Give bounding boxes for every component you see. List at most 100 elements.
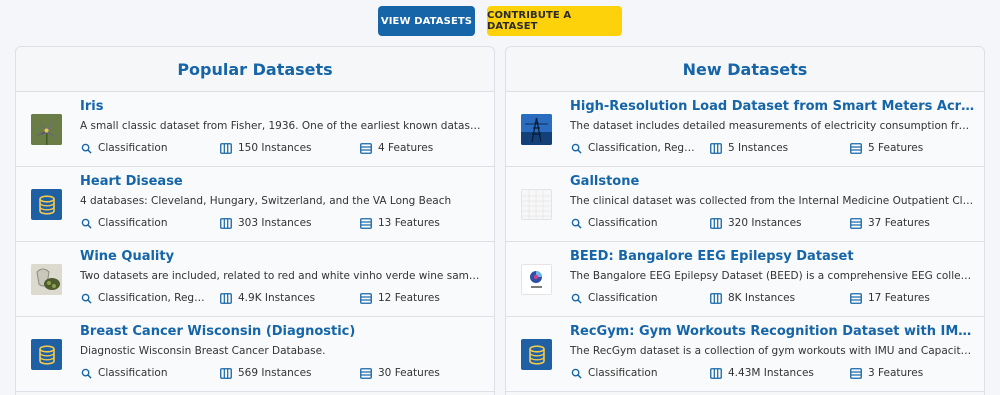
dataset-description: Two datasets are included, related to re…: [80, 270, 484, 282]
features-label: 37 Features: [868, 217, 930, 229]
dataset-features: 5 Features: [850, 142, 923, 154]
instances-label: 4.9K Instances: [238, 292, 316, 304]
dataset-instances: 8K Instances: [710, 292, 795, 304]
dataset-description: 4 databases: Cleveland, Hungary, Switzer…: [80, 195, 452, 207]
dataset-title[interactable]: Heart Disease: [80, 174, 486, 189]
dataset-instances: 303 Instances: [220, 217, 312, 229]
power-tower-thumbnail: [521, 114, 552, 145]
dataset-description: The dataset includes detailed measuremen…: [570, 120, 974, 132]
dataset-title[interactable]: High-Resolution Load Dataset from Smart …: [570, 99, 976, 114]
dataset-features: 4 Features: [360, 142, 433, 154]
database-icon: [31, 339, 62, 370]
search-icon: [80, 217, 92, 229]
dataset-features: 37 Features: [850, 217, 930, 229]
task-label: Classification: [98, 142, 168, 154]
features-label: 12 Features: [378, 292, 440, 304]
columns-icon: [710, 367, 722, 379]
dataset-instances: 5 Instances: [710, 142, 788, 154]
dataset-row-heart-disease[interactable]: Heart Disease 4 databases: Cleveland, Hu…: [16, 167, 494, 242]
columns-icon: [710, 292, 722, 304]
task-label: Classification, Regression: [588, 142, 696, 154]
task-label: Classification: [98, 217, 168, 229]
columns-icon: [220, 367, 232, 379]
search-icon: [80, 367, 92, 379]
instances-label: 320 Instances: [728, 217, 802, 229]
new-datasets-panel: New Datasets High-Resolution Load Datase…: [505, 46, 985, 395]
dataset-features: 17 Features: [850, 292, 930, 304]
dataset-description: The clinical dataset was collected from …: [570, 195, 974, 207]
task-label: Classification: [588, 367, 658, 379]
features-label: 30 Features: [378, 367, 440, 379]
instances-label: 5 Instances: [728, 142, 789, 154]
dataset-title[interactable]: Wine Quality: [80, 249, 486, 264]
dataset-row-smart-meters[interactable]: High-Resolution Load Dataset from Smart …: [506, 92, 984, 167]
database-icon: [31, 189, 62, 220]
features-label: 4 Features: [378, 142, 434, 154]
task-label: Classification: [588, 217, 658, 229]
dataset-row-breast-cancer[interactable]: Breast Cancer Wisconsin (Diagnostic) Dia…: [16, 317, 494, 392]
dataset-task: Classification: [80, 142, 167, 154]
task-label: Classification: [98, 367, 168, 379]
dataset-title[interactable]: Breast Cancer Wisconsin (Diagnostic): [80, 324, 486, 339]
dataset-title[interactable]: Gallstone: [570, 174, 976, 189]
search-icon: [80, 292, 92, 304]
view-datasets-button[interactable]: VIEW DATASETS: [378, 6, 475, 36]
top-button-bar: VIEW DATASETS CONTRIBUTE A DATASET: [0, 6, 1000, 36]
rows-icon: [360, 292, 372, 304]
rows-icon: [850, 217, 862, 229]
instances-label: 8K Instances: [728, 292, 796, 304]
rows-icon: [360, 142, 372, 154]
columns-icon: [710, 142, 722, 154]
dataset-instances: 4.43M Instances: [710, 367, 814, 379]
instances-label: 150 Instances: [238, 142, 312, 154]
rows-icon: [850, 142, 862, 154]
dataset-title[interactable]: BEED: Bangalore EEG Epilepsy Dataset: [570, 249, 976, 264]
dataset-features: 3 Features: [850, 367, 923, 379]
instances-label: 303 Instances: [238, 217, 312, 229]
beed-logo-thumbnail: [521, 264, 552, 295]
search-icon: [570, 142, 582, 154]
features-label: 5 Features: [868, 142, 924, 154]
dataset-description: Diagnostic Wisconsin Breast Cancer Datab…: [80, 345, 326, 357]
rows-icon: [360, 217, 372, 229]
features-label: 17 Features: [868, 292, 930, 304]
dataset-row-recgym[interactable]: RecGym: Gym Workouts Recognition Dataset…: [506, 317, 984, 392]
dataset-task: Classification, Regression: [80, 292, 210, 304]
task-label: Classification, Regression: [98, 292, 208, 304]
dataset-row-gallstone[interactable]: Gallstone The clinical dataset was colle…: [506, 167, 984, 242]
dataset-task: Classification, Regression: [570, 142, 696, 154]
search-icon: [570, 292, 582, 304]
dataset-instances: 320 Instances: [710, 217, 802, 229]
instances-label: 4.43M Instances: [728, 367, 814, 379]
rows-icon: [850, 292, 862, 304]
instances-label: 569 Instances: [238, 367, 312, 379]
dataset-row-beed[interactable]: BEED: Bangalore EEG Epilepsy Dataset The…: [506, 242, 984, 317]
task-label: Classification: [588, 292, 658, 304]
rows-icon: [850, 367, 862, 379]
columns-icon: [220, 292, 232, 304]
dataset-features: 13 Features: [360, 217, 440, 229]
dataset-description: The Bangalore EEG Epilepsy Dataset (BEED…: [570, 270, 974, 282]
dataset-task: Classification: [570, 367, 657, 379]
database-icon: [521, 339, 552, 370]
dataset-title[interactable]: RecGym: Gym Workouts Recognition Dataset…: [570, 324, 976, 339]
wine-thumbnail: [31, 264, 62, 295]
dataset-instances: 4.9K Instances: [220, 292, 315, 304]
dataset-task: Classification: [80, 217, 167, 229]
popular-datasets-panel: Popular Datasets Iris A small classic da…: [15, 46, 495, 395]
columns-icon: [220, 142, 232, 154]
dataset-description: A small classic dataset from Fisher, 193…: [80, 120, 484, 132]
dataset-task: Classification: [570, 292, 657, 304]
search-icon: [570, 217, 582, 229]
dataset-row-wine-quality[interactable]: Wine Quality Two datasets are included, …: [16, 242, 494, 317]
dataset-instances: 150 Instances: [220, 142, 312, 154]
dataset-task: Classification: [570, 217, 657, 229]
dataset-instances: 569 Instances: [220, 367, 312, 379]
dataset-title[interactable]: Iris: [80, 99, 486, 114]
contribute-dataset-button[interactable]: CONTRIBUTE A DATASET: [487, 6, 622, 36]
search-icon: [80, 142, 92, 154]
features-label: 13 Features: [378, 217, 440, 229]
dataset-row-iris[interactable]: Iris A small classic dataset from Fisher…: [16, 92, 494, 167]
search-icon: [570, 367, 582, 379]
dataset-task: Classification: [80, 367, 167, 379]
